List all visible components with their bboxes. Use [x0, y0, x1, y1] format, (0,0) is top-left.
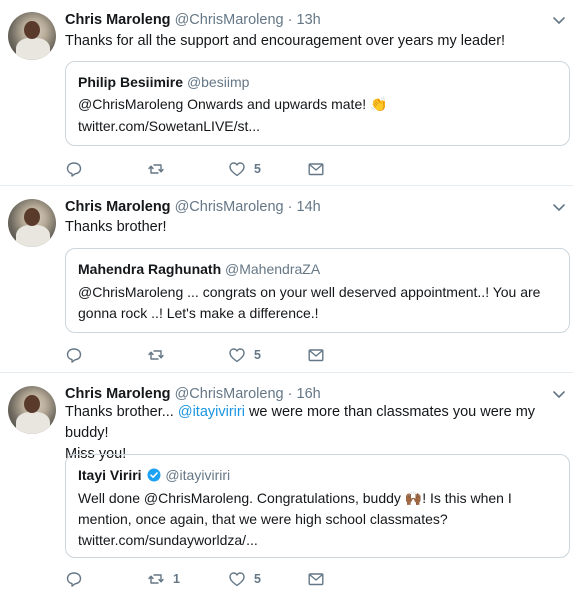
tweet-header: Chris Maroleng @ChrisMaroleng · 14h	[65, 198, 321, 216]
author-name[interactable]: Chris Maroleng	[65, 12, 171, 28]
quoted-text-line: @ChrisMaroleng ... congrats on your well…	[78, 284, 541, 300]
like-count: 5	[254, 572, 261, 586]
tweet-text: Thanks for all the support and encourage…	[65, 33, 506, 49]
reply-button[interactable]	[65, 159, 91, 179]
timestamp[interactable]: 13h	[297, 12, 321, 28]
quoted-author-handle: @MahendraZA	[225, 261, 321, 277]
quoted-author-handle: @besiimp	[186, 74, 250, 90]
reply-button[interactable]	[65, 345, 91, 365]
quoted-tweet[interactable]: Itayi Viriri @itayiviriri Well done @Chr…	[65, 454, 570, 558]
chevron-down-icon[interactable]	[551, 386, 567, 402]
author-handle[interactable]: @ChrisMaroleng	[175, 199, 284, 215]
quoted-header: Philip Besiimire @besiimp	[78, 73, 249, 91]
reply-icon	[66, 162, 82, 177]
direct-message-button[interactable]	[307, 159, 325, 179]
quoted-text-line: gonna rock ..! Let's make a difference.!	[78, 305, 319, 321]
quoted-author-name: Mahendra Raghunath	[78, 261, 222, 277]
direct-message-button[interactable]	[307, 569, 325, 589]
envelope-icon	[308, 349, 324, 362]
timestamp[interactable]: 16h	[297, 386, 321, 402]
retweet-icon	[148, 574, 164, 584]
reply-button[interactable]	[65, 569, 91, 589]
tweet[interactable]: Chris Maroleng @ChrisMaroleng · 13h Than…	[0, 0, 573, 186]
timestamp[interactable]: 14h	[297, 199, 321, 215]
reply-icon	[66, 348, 82, 363]
chevron-down-icon[interactable]	[551, 199, 567, 215]
quoted-text-line: Well done @ChrisMaroleng. Congratulation…	[78, 490, 512, 506]
quoted-header: Itayi Viriri @itayiviriri	[78, 466, 230, 484]
envelope-icon	[308, 163, 324, 176]
separator: ·	[287, 386, 293, 402]
tweet-text: Thanks brother!	[65, 219, 167, 235]
separator: ·	[287, 12, 293, 28]
retweet-button[interactable]: 1	[147, 569, 180, 589]
mention-link[interactable]: @itayiviriri	[178, 404, 245, 420]
author-handle[interactable]: @ChrisMaroleng	[175, 12, 284, 28]
quoted-author-handle: @itayiviriri	[165, 467, 231, 483]
like-count: 5	[254, 162, 261, 176]
heart-icon	[229, 162, 245, 177]
quoted-author-name: Philip Besiimire	[78, 74, 184, 90]
avatar[interactable]	[8, 12, 56, 60]
quoted-header: Mahendra Raghunath @MahendraZA	[78, 260, 320, 278]
retweet-icon	[148, 164, 164, 174]
verified-badge-icon	[147, 468, 161, 482]
avatar[interactable]	[8, 386, 56, 434]
retweet-button[interactable]	[147, 159, 173, 179]
quoted-tweet[interactable]: Philip Besiimire @besiimp @ChrisMaroleng…	[65, 61, 570, 146]
tweet-header: Chris Maroleng @ChrisMaroleng · 16h	[65, 385, 321, 403]
heart-icon	[229, 348, 245, 363]
tweet[interactable]: Chris Maroleng @ChrisMaroleng · 14h Than…	[0, 187, 573, 373]
retweet-count: 1	[173, 572, 180, 586]
quoted-text-line: @ChrisMaroleng Onwards and upwards mate!…	[78, 96, 388, 112]
tweet-header: Chris Maroleng @ChrisMaroleng · 13h	[65, 11, 321, 29]
quoted-author-name: Itayi Viriri	[78, 467, 142, 483]
tweet-text-segment: Thanks brother...	[65, 404, 178, 420]
chevron-down-icon[interactable]	[551, 12, 567, 28]
quoted-link[interactable]: twitter.com/sundayworldza/...	[78, 530, 548, 551]
like-button[interactable]: 5	[228, 569, 261, 589]
separator: ·	[287, 199, 293, 215]
author-name[interactable]: Chris Maroleng	[65, 199, 171, 215]
retweet-icon	[148, 350, 164, 360]
retweet-button[interactable]	[147, 345, 173, 365]
author-handle[interactable]: @ChrisMaroleng	[175, 386, 284, 402]
quoted-tweet[interactable]: Mahendra Raghunath @MahendraZA @ChrisMar…	[65, 248, 570, 333]
quoted-text-line: mention, once again, that we were high s…	[78, 511, 448, 527]
tweet[interactable]: Chris Maroleng @ChrisMaroleng · 16h Than…	[0, 374, 573, 595]
heart-icon	[229, 572, 245, 587]
direct-message-button[interactable]	[307, 345, 325, 365]
avatar[interactable]	[8, 199, 56, 247]
like-button[interactable]: 5	[228, 159, 261, 179]
reply-icon	[66, 572, 82, 587]
quoted-link[interactable]: twitter.com/SowetanLIVE/st...	[78, 116, 548, 137]
author-name[interactable]: Chris Maroleng	[65, 386, 171, 402]
like-button[interactable]: 5	[228, 345, 261, 365]
envelope-icon	[308, 573, 324, 586]
like-count: 5	[254, 348, 261, 362]
